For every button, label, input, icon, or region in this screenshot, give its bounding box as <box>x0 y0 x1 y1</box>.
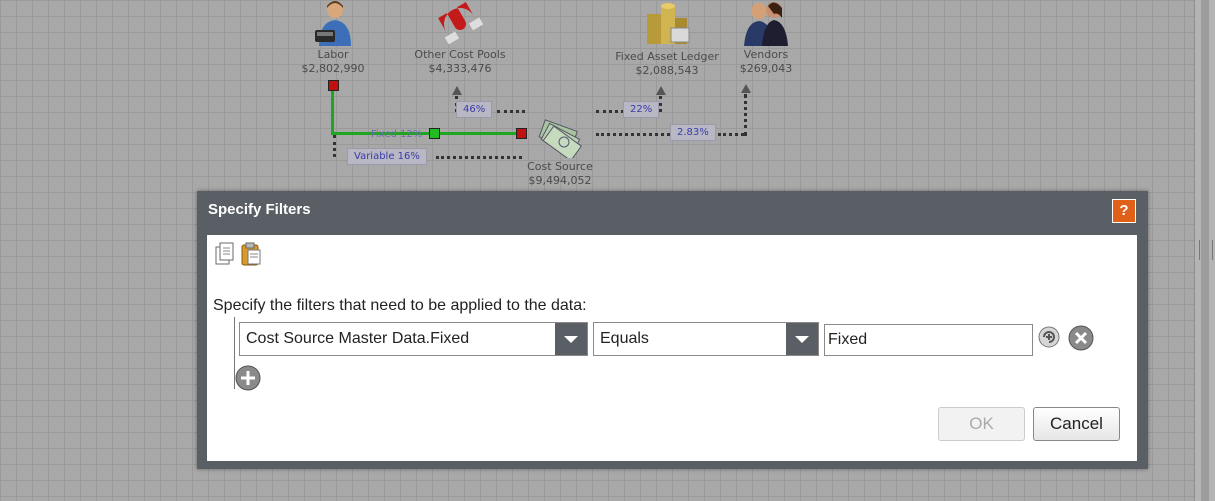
chevron-down-icon[interactable] <box>786 323 818 355</box>
node-label: Labor <box>317 48 349 61</box>
node-label: Fixed Asset Ledger <box>615 50 719 63</box>
connection-handle-mid[interactable] <box>429 128 440 139</box>
dialog-title: Specify Filters <box>208 201 311 218</box>
node-value: $9,494,052 <box>528 174 592 187</box>
node-label: Other Cost Pools <box>414 48 506 61</box>
node-other-cost-pools[interactable]: Other Cost Pools $4,333,476 <box>408 0 512 76</box>
coins-icon <box>647 3 690 44</box>
field-select[interactable]: Cost Source Master Data.Fixed <box>239 322 588 356</box>
node-vendors[interactable]: Vendors $269,043 <box>730 0 802 76</box>
arrow-up-icon <box>741 84 751 93</box>
node-labor[interactable]: Labor $2,802,990 <box>296 0 370 76</box>
connector-fixed-asset-vertical <box>659 96 662 112</box>
connector-vendors <box>596 133 670 136</box>
help-button[interactable]: ? <box>1112 199 1136 223</box>
node-value: $2,088,543 <box>635 64 699 77</box>
connector-vendors-2 <box>718 133 744 136</box>
edge-label-fixed: Fixed 12% <box>371 129 423 140</box>
edge-label-vendors: 2.83% <box>670 124 716 141</box>
node-cost-source[interactable]: Cost Source $9,494,052 <box>520 118 600 188</box>
chevron-down-icon[interactable] <box>555 323 587 355</box>
dialog-body: Specify the filters that need to be appl… <box>207 235 1137 461</box>
people-icon <box>744 2 788 46</box>
node-label: Cost Source <box>527 160 593 173</box>
node-value: $2,802,990 <box>301 62 365 75</box>
scrollbar-grip[interactable] <box>1199 240 1213 260</box>
node-label: Vendors <box>743 48 789 61</box>
edge-label-other-pools: 46% <box>456 101 493 118</box>
node-value: $4,333,476 <box>428 62 492 75</box>
connector-variable <box>436 156 522 159</box>
connector-vendors-vertical <box>744 94 747 136</box>
paste-icon[interactable] <box>240 242 262 266</box>
filter-value-input[interactable]: Fixed <box>824 324 1033 356</box>
money-icon <box>538 119 583 158</box>
arrow-up-icon <box>656 86 666 95</box>
magnet-icon <box>438 2 484 45</box>
specify-filters-dialog: Specify Filters ? Specify the filters th… <box>197 191 1148 469</box>
worker-icon <box>315 1 351 46</box>
operator-select-value: Equals <box>600 330 649 347</box>
add-filter-icon[interactable] <box>234 364 262 392</box>
connector-variable-vertical <box>333 135 336 157</box>
operator-select[interactable]: Equals <box>593 322 819 356</box>
connector-fixed-asset <box>596 110 624 113</box>
vertical-scrollbar[interactable] <box>1194 0 1215 501</box>
filter-instruction: Specify the filters that need to be appl… <box>213 297 587 314</box>
connector-other-pools <box>497 110 525 113</box>
arrow-up-icon <box>452 86 462 95</box>
copy-icon[interactable] <box>214 242 236 266</box>
connection-green-vertical[interactable] <box>331 88 334 135</box>
connection-handle-top[interactable] <box>328 80 339 91</box>
field-select-value: Cost Source Master Data.Fixed <box>246 330 470 347</box>
node-value: $269,043 <box>739 62 793 75</box>
edge-label-variable: Variable 16% <box>347 148 427 165</box>
node-fixed-asset-ledger[interactable]: Fixed Asset Ledger $2,088,543 <box>610 0 724 78</box>
cancel-button[interactable]: Cancel <box>1033 407 1120 441</box>
connection-handle-end[interactable] <box>516 128 527 139</box>
add-condition-icon[interactable] <box>1037 325 1061 349</box>
ok-button[interactable]: OK <box>938 407 1025 441</box>
edge-label-fixed-asset: 22% <box>623 101 660 118</box>
remove-filter-icon[interactable] <box>1068 325 1094 351</box>
